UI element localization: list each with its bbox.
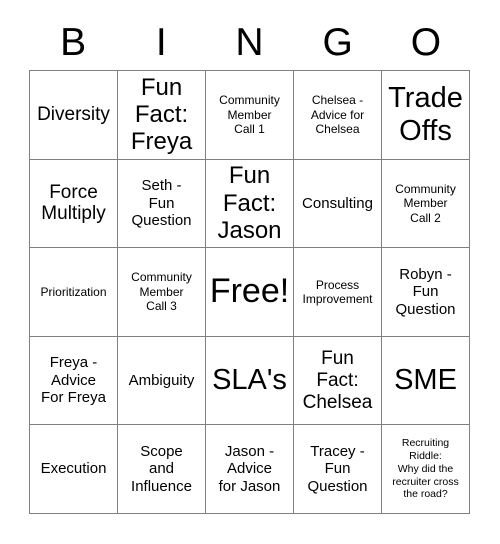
bingo-cell[interactable]: Fun Fact: Chelsea — [294, 336, 382, 426]
bingo-cell-label: Prioritization — [40, 284, 107, 299]
bingo-cell-label: Fun Fact: Chelsea — [302, 347, 373, 413]
bingo-cell[interactable]: Consulting — [294, 159, 382, 249]
bingo-cell-label: Community Member Call 1 — [219, 93, 280, 136]
bingo-cell[interactable]: Seth - Fun Question — [118, 159, 206, 249]
bingo-cell-label: Execution — [40, 460, 107, 478]
bingo-cell-label: Scope and Influence — [131, 442, 192, 495]
bingo-cell-label: Process Improvement — [302, 277, 373, 306]
bingo-cell[interactable]: Freya - Advice For Freya — [30, 336, 118, 426]
bingo-cell-label: Fun Fact: Jason — [217, 162, 282, 245]
bingo-cell[interactable]: Community Member Call 2 — [382, 159, 470, 249]
bingo-cell-label: Fun Fact: Freya — [130, 73, 193, 156]
bingo-cell[interactable]: Chelsea - Advice for Chelsea — [294, 71, 382, 160]
bingo-cell[interactable]: Diversity — [30, 71, 118, 160]
bingo-header-letter-o: O — [410, 20, 442, 64]
bingo-cell[interactable]: Execution — [30, 425, 118, 514]
bingo-cell[interactable]: Tracey - Fun Question — [294, 425, 382, 514]
bingo-cell[interactable]: Ambiguity — [118, 336, 206, 426]
bingo-header-letter-i: I — [155, 20, 167, 64]
bingo-header-letter-b: B — [60, 20, 87, 64]
bingo-header-letter-n: N — [235, 20, 264, 64]
bingo-cell-label: SLA's — [212, 364, 287, 397]
bingo-grid: Diversity Fun Fact: Freya Community Memb… — [29, 70, 470, 514]
bingo-cell-free-space[interactable]: Free! — [206, 248, 294, 337]
bingo-cell-label: Tracey - Fun Question — [307, 442, 368, 495]
bingo-cell[interactable]: Fun Fact: Freya — [118, 71, 206, 160]
bingo-cell[interactable]: Fun Fact: Jason — [206, 159, 294, 249]
bingo-cell-label: Community Member Call 2 — [395, 181, 456, 225]
bingo-cell-label: Trade Offs — [388, 82, 463, 147]
bingo-cell-label: Consulting — [302, 194, 373, 212]
bingo-cell-label: SME — [394, 364, 457, 397]
bingo-cell-label: Chelsea - Advice for Chelsea — [310, 93, 365, 136]
bingo-card: B I N G O Diversity Fun Fact: Freya Comm… — [0, 0, 500, 544]
bingo-cell-label: Recruiting Riddle: Why did the recruiter… — [392, 437, 459, 501]
bingo-cell[interactable]: Community Member Call 1 — [206, 71, 294, 160]
bingo-cell-label: Seth - Fun Question — [131, 177, 192, 230]
bingo-cell[interactable]: Scope and Influence — [118, 425, 206, 514]
bingo-cell-label: Ambiguity — [128, 371, 195, 389]
bingo-cell[interactable]: Robyn - Fun Question — [382, 248, 470, 337]
bingo-header-row: B I N G O — [29, 14, 470, 70]
bingo-cell[interactable]: Process Improvement — [294, 248, 382, 337]
bingo-cell[interactable]: Trade Offs — [382, 71, 470, 160]
bingo-cell-label: Freya - Advice For Freya — [40, 354, 106, 407]
bingo-cell-label: Free! — [209, 272, 290, 311]
bingo-cell-label: Diversity — [37, 103, 110, 125]
bingo-cell[interactable]: Prioritization — [30, 248, 118, 337]
bingo-cell-label: Robyn - Fun Question — [395, 265, 456, 318]
bingo-cell[interactable]: SME — [382, 336, 470, 426]
bingo-header-letter-g: G — [322, 20, 353, 64]
bingo-cell[interactable]: Recruiting Riddle: Why did the recruiter… — [382, 425, 470, 514]
bingo-cell[interactable]: Jason - Advice for Jason — [206, 425, 294, 514]
bingo-cell[interactable]: Community Member Call 3 — [118, 248, 206, 337]
bingo-cell[interactable]: SLA's — [206, 336, 294, 426]
bingo-cell[interactable]: Force Multiply — [30, 159, 118, 249]
bingo-cell-label: Force Multiply — [41, 181, 106, 225]
bingo-cell-label: Jason - Advice for Jason — [218, 442, 281, 495]
bingo-cell-label: Community Member Call 3 — [131, 270, 192, 314]
